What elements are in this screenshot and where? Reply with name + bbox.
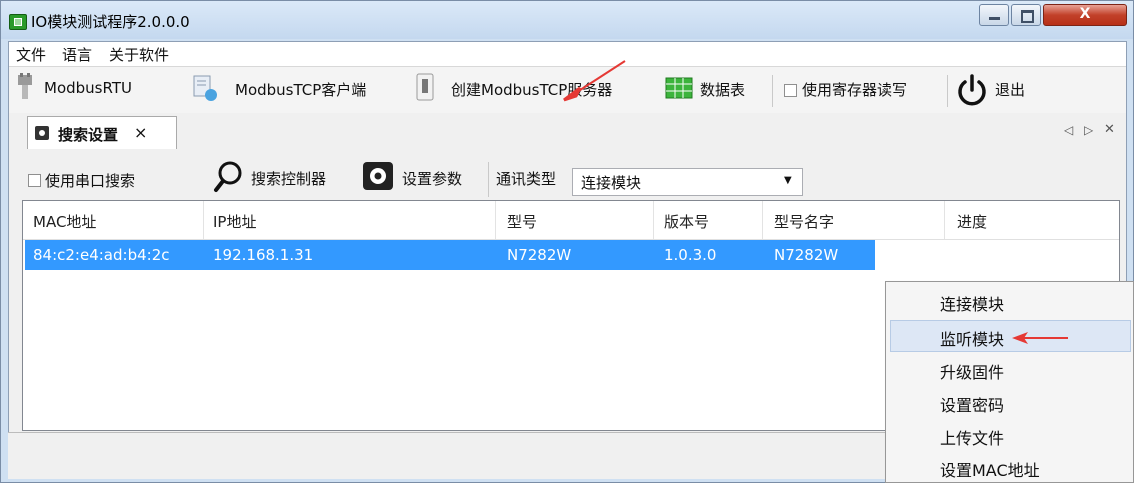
- context-menu: 连接模块 监听模块 升级固件 设置密码 上传文件 设置MAC地址: [885, 281, 1134, 483]
- divider: [488, 162, 489, 197]
- toolbar-divider: [772, 75, 773, 107]
- modbus-tcp-client-label: ModbusTCP客户端: [235, 81, 367, 99]
- tab-scroll-left-icon[interactable]: ◁: [1064, 123, 1073, 137]
- tab-label: 搜索设置: [58, 126, 119, 144]
- app-icon: [9, 14, 27, 30]
- set-params-label: 设置参数: [402, 170, 463, 188]
- table-header: MAC地址 IP地址 型号 版本号 型号名字 进度: [23, 201, 1119, 240]
- use-serial-search-checkbox[interactable]: [28, 174, 41, 187]
- cell-ip: 192.168.1.31: [213, 246, 314, 264]
- settings-tab-icon: [35, 126, 49, 140]
- menu-item-connect-module[interactable]: 连接模块: [940, 291, 1004, 315]
- menu-item-set-password[interactable]: 设置密码: [940, 392, 1004, 416]
- power-icon: [958, 74, 986, 106]
- use-register-rw-checkbox[interactable]: [784, 84, 797, 97]
- menu-about[interactable]: 关于软件: [109, 44, 169, 65]
- column-header-progress[interactable]: 进度: [957, 211, 987, 249]
- column-divider: [495, 201, 496, 239]
- plug-icon: [18, 73, 32, 99]
- menu-item-upload-file[interactable]: 上传文件: [940, 425, 1004, 449]
- menu-item-monitor-module[interactable]: 监听模块: [940, 326, 1004, 350]
- minimize-button[interactable]: [979, 4, 1009, 26]
- comm-type-value: 连接模块: [581, 174, 642, 192]
- tab-strip: 搜索设置 × ◁ ▷ ✕: [9, 113, 1126, 150]
- column-divider: [203, 201, 204, 239]
- table-row[interactable]: 84:c2:e4:ad:b4:2c 192.168.1.31 N7282W 1.…: [25, 240, 875, 270]
- menu-item-upgrade-firmware[interactable]: 升级固件: [940, 359, 1004, 383]
- comm-type-select[interactable]: 连接模块 ▼: [572, 168, 803, 196]
- magnifier-icon: [214, 161, 242, 192]
- tab-close-all-icon[interactable]: ✕: [1104, 122, 1115, 137]
- cell-model-name: N7282W: [774, 246, 839, 264]
- menu-file[interactable]: 文件: [16, 44, 46, 65]
- table-grid-icon: [665, 77, 693, 99]
- gear-icon: [363, 162, 393, 190]
- use-register-rw-label: 使用寄存器读写: [802, 81, 908, 99]
- column-divider: [653, 201, 654, 239]
- close-button[interactable]: X: [1043, 4, 1127, 26]
- menu-item-set-mac[interactable]: 设置MAC地址: [940, 457, 1040, 481]
- use-serial-search-label: 使用串口搜索: [45, 172, 136, 190]
- menu-language[interactable]: 语言: [62, 44, 92, 65]
- server-icon: [416, 73, 434, 101]
- document-network-icon: [193, 75, 217, 101]
- annotation-arrow-icon: [1012, 332, 1068, 344]
- column-divider: [762, 201, 763, 239]
- tab-scroll-right-icon[interactable]: ▷: [1084, 123, 1093, 137]
- cell-version: 1.0.3.0: [664, 246, 717, 264]
- title-bar: IO模块测试程序2.0.0.0 X: [1, 1, 1133, 39]
- tab-close-icon[interactable]: ×: [134, 123, 147, 142]
- modbus-rtu-label: ModbusRTU: [44, 79, 132, 97]
- cell-mac: 84:c2:e4:ad:b4:2c: [33, 246, 170, 264]
- column-divider: [944, 201, 945, 239]
- chevron-down-icon: ▼: [784, 175, 792, 186]
- search-controller-label: 搜索控制器: [251, 170, 327, 188]
- data-table-label: 数据表: [700, 81, 746, 99]
- close-icon: X: [1079, 6, 1091, 22]
- cell-model: N7282W: [507, 246, 572, 264]
- exit-label: 退出: [995, 81, 1026, 99]
- tab-search-settings[interactable]: 搜索设置 ×: [27, 116, 177, 149]
- toolbar-divider: [947, 75, 948, 107]
- annotation-arrow-icon: [563, 60, 626, 102]
- context-menu-highlight: [890, 320, 1131, 352]
- comm-type-label: 通讯类型: [496, 170, 557, 188]
- maximize-button[interactable]: [1011, 4, 1041, 26]
- window-title: IO模块测试程序2.0.0.0: [31, 13, 190, 31]
